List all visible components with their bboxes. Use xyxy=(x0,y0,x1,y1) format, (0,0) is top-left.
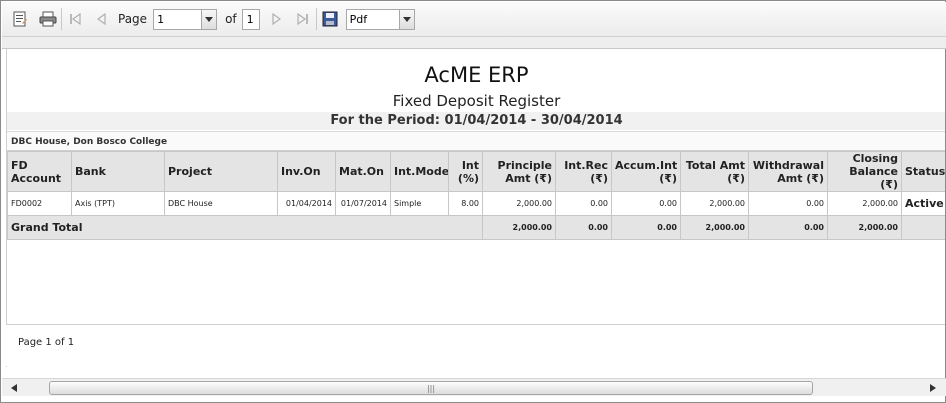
save-icon[interactable] xyxy=(321,10,339,28)
grip-icon: ||| xyxy=(426,383,436,393)
column-header: Inv.On xyxy=(277,151,336,192)
format-dropdown-button[interactable] xyxy=(398,9,414,29)
column-header: Withdrawal Amt (₹) xyxy=(748,151,828,192)
report-page: AcME ERP Fixed Deposit Register For the … xyxy=(6,49,945,367)
first-page-icon[interactable] xyxy=(66,10,84,28)
cell-total-amt: 2,000.00 xyxy=(680,191,749,216)
total-accum-int: 0.00 xyxy=(611,215,681,240)
total-status-empty xyxy=(901,215,945,240)
total-principle: 2,000.00 xyxy=(482,215,556,240)
table-row: FD0002 Axis (TPT) DBC House 01/04/2014 0… xyxy=(7,191,945,216)
cell-accum-int: 0.00 xyxy=(611,191,681,216)
fd-register-table: FD Account Bank Project Inv.On Mat.On In… xyxy=(7,151,945,240)
total-total-amt: 2,000.00 xyxy=(680,215,749,240)
toolbar-divider-strip xyxy=(2,37,946,49)
horizontal-scrollbar[interactable]: ||| xyxy=(2,378,946,396)
report-branch: DBC House, Don Bosco College xyxy=(7,131,945,151)
cell-inv-on: 01/04/2014 xyxy=(277,191,336,216)
column-header: Total Amt (₹) xyxy=(680,151,749,192)
previous-page-icon[interactable] xyxy=(92,10,110,28)
cell-int-mode: Simple xyxy=(390,191,449,216)
of-label: of xyxy=(225,12,237,26)
cell-principle: 2,000.00 xyxy=(482,191,556,216)
column-header: Int.Rec (₹) xyxy=(555,151,612,192)
page-footer-text: Page 1 of 1 xyxy=(18,337,75,348)
scroll-left-icon[interactable] xyxy=(7,381,21,395)
cell-mat-on: 01/07/2014 xyxy=(335,191,391,216)
cell-bank: Axis (TPT) xyxy=(71,191,165,216)
grand-total-row: Grand Total 2,000.00 0.00 0.00 2,000.00 … xyxy=(7,215,945,240)
next-page-icon[interactable] xyxy=(268,10,286,28)
column-header: FD Account xyxy=(7,151,72,192)
total-int-rec: 0.00 xyxy=(555,215,612,240)
report-toolbar: Page 1 of 1 Pdf xyxy=(2,2,946,37)
export-format-select[interactable]: Pdf xyxy=(345,8,415,30)
scroll-right-icon[interactable] xyxy=(926,381,940,395)
last-page-icon[interactable] xyxy=(294,10,312,28)
total-withdrawal: 0.00 xyxy=(748,215,828,240)
chevron-down-icon xyxy=(205,16,214,22)
chevron-down-icon xyxy=(402,16,411,22)
print-icon[interactable] xyxy=(39,10,57,28)
column-header: Principle Amt (₹) xyxy=(482,151,556,192)
page-number-value[interactable]: 1 xyxy=(154,10,201,29)
export-format-value[interactable]: Pdf xyxy=(347,10,399,29)
total-pages-box: 1 xyxy=(241,8,260,30)
page-label: Page xyxy=(118,12,148,26)
column-header: Int.Mode xyxy=(390,151,449,192)
scrollbar-thumb[interactable]: ||| xyxy=(49,381,813,395)
report-viewer-window: Page 1 of 1 Pdf AcME ERP Fixed Deposit R… xyxy=(0,0,946,403)
cell-fd-account: FD0002 xyxy=(7,191,72,216)
column-header: Int (%) xyxy=(448,151,483,192)
cell-int-rec: 0.00 xyxy=(555,191,612,216)
report-footer: Page 1 of 1 xyxy=(6,324,945,366)
cell-project: DBC House xyxy=(164,191,278,216)
page-dropdown-button[interactable] xyxy=(201,9,217,29)
cell-closing: 2,000.00 xyxy=(827,191,902,216)
report-period: For the Period: 01/04/2014 - 30/04/2014 xyxy=(7,112,945,130)
column-header: Mat.On xyxy=(335,151,391,192)
report-title: Fixed Deposit Register xyxy=(392,92,561,110)
column-header: Bank xyxy=(71,151,165,192)
column-header: Accum.Int (₹) xyxy=(611,151,681,192)
page-number-input[interactable]: 1 xyxy=(153,8,218,30)
total-closing: 2,000.00 xyxy=(827,215,902,240)
report-company-name: AcME ERP xyxy=(424,63,529,87)
column-header: Project xyxy=(164,151,278,192)
table-header-row: FD Account Bank Project Inv.On Mat.On In… xyxy=(7,151,945,192)
grand-total-label: Grand Total xyxy=(7,215,483,240)
column-header: Status xyxy=(901,151,945,192)
cell-int-pct: 8.00 xyxy=(448,191,483,216)
document-map-icon[interactable] xyxy=(11,10,29,28)
cell-status: Active xyxy=(901,191,945,216)
cell-withdrawal: 0.00 xyxy=(748,191,828,216)
column-header: Closing Balance (₹) xyxy=(827,151,902,192)
